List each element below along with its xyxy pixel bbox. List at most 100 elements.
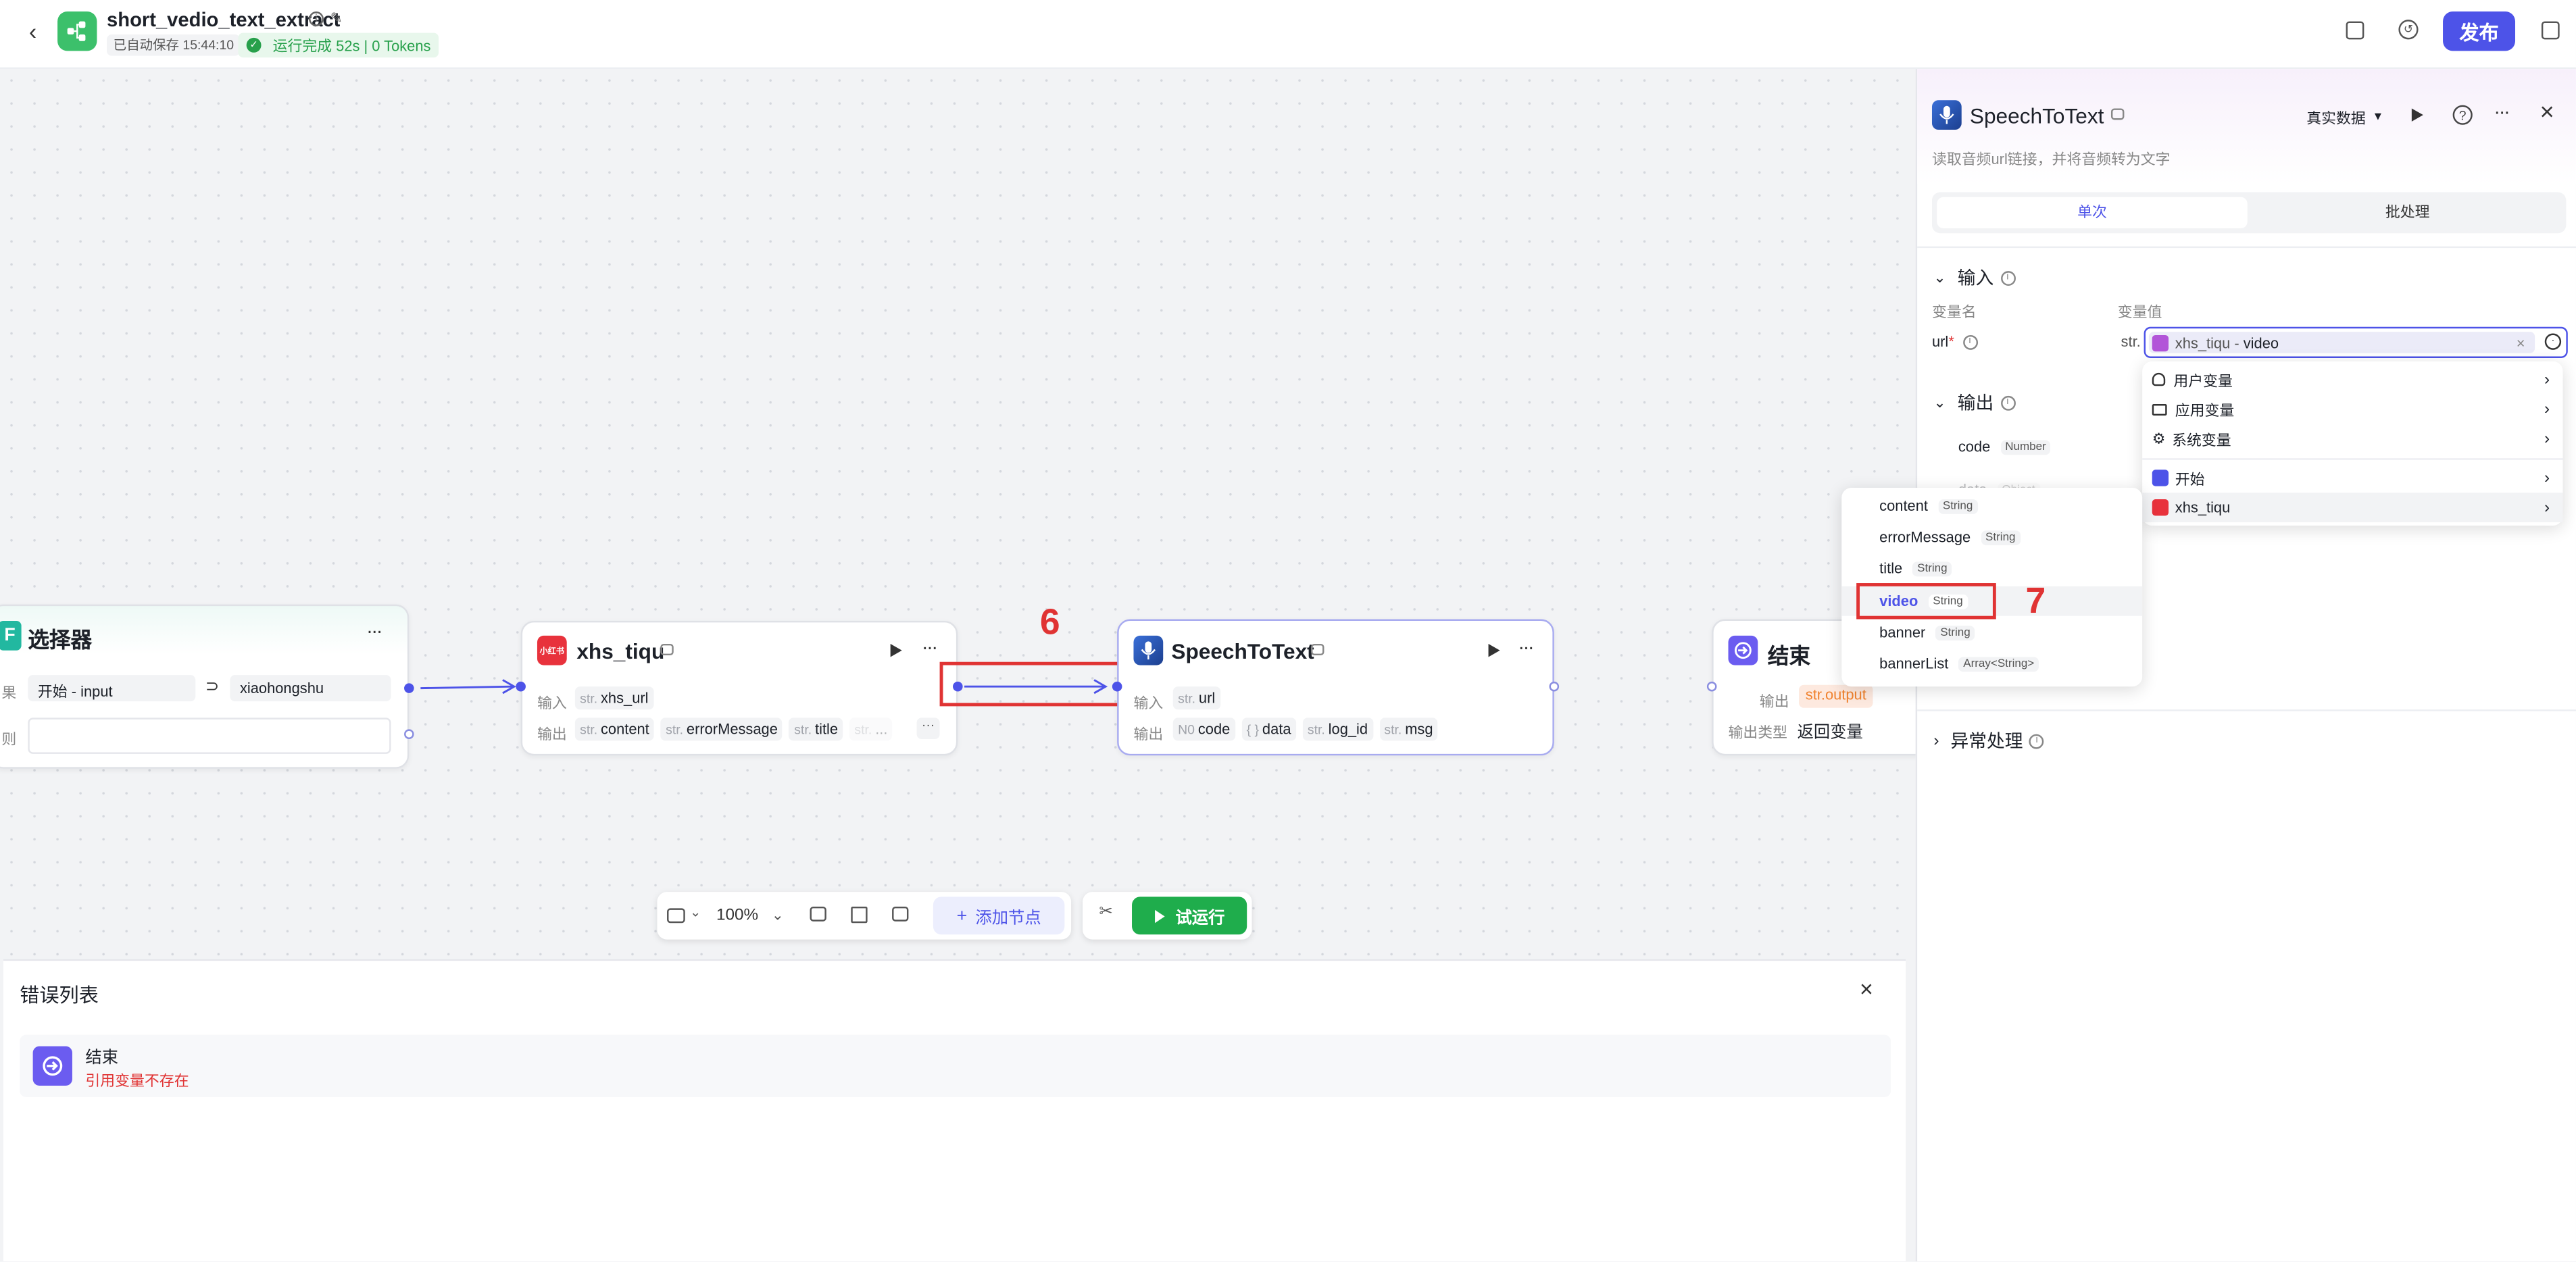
- exit-icon: [43, 1056, 63, 1076]
- submenu-item[interactable]: bannerList Array<String>: [1841, 649, 2142, 678]
- exception-section-header[interactable]: › 异常处理 i: [1933, 728, 2045, 754]
- microphone-icon: [1939, 105, 1954, 124]
- end-output-tag: str.output: [1799, 684, 1873, 708]
- node-badge-icon: [1311, 643, 1324, 656]
- image-icon[interactable]: [892, 906, 909, 922]
- zoom-value: 100%: [716, 906, 759, 925]
- end-in-port[interactable]: [1706, 681, 1717, 692]
- param-value-field[interactable]: xhs_tiqu - video × ·: [2144, 326, 2568, 358]
- speech-node[interactable]: SpeechToText ··· 输入 str. url 输出 N0 code { …: [1117, 619, 1554, 756]
- selector-else-port[interactable]: [404, 729, 414, 739]
- minimap-toggle[interactable]: [667, 908, 685, 924]
- output-section-header[interactable]: ⌄ 输出 i: [1933, 389, 2015, 415]
- tab-batch[interactable]: 批处理: [2252, 197, 2562, 228]
- clear-icon[interactable]: ×: [2517, 334, 2525, 351]
- xhs-node[interactable]: 小红书 xhs_tiqu ··· 输入 str. xhs_url 输出 str. c…: [520, 620, 958, 756]
- menu-item-start[interactable]: 开始 ›: [2142, 463, 2562, 493]
- selector-out-port[interactable]: [404, 683, 414, 693]
- close-icon[interactable]: ×: [2540, 99, 2554, 126]
- speech-in-port[interactable]: [1112, 681, 1122, 692]
- annotation-label-6: 6: [1039, 601, 1060, 642]
- layers-icon[interactable]: [2541, 21, 2560, 40]
- play-icon[interactable]: [1488, 643, 1500, 657]
- input-tag: str. url: [1172, 686, 1220, 710]
- output-tag: str. msg: [1379, 717, 1438, 741]
- chevron-right-icon: ›: [2544, 498, 2550, 517]
- data-mode-label: 真实数据: [2306, 109, 2366, 127]
- add-node-button[interactable]: + 添加节点: [933, 897, 1065, 935]
- chevron-right-icon: ›: [1933, 732, 1939, 750]
- end-icon: [1728, 635, 1758, 665]
- layout-icon[interactable]: [851, 906, 868, 924]
- menu-item-label: 开始: [2175, 470, 2205, 487]
- panel-description: 读取音频url链接，并将音频转为文字: [1931, 151, 2171, 168]
- more-icon[interactable]: ···: [922, 636, 938, 659]
- history-icon[interactable]: ↺: [2398, 20, 2419, 40]
- error-item[interactable]: 结束 引用变量不存在: [20, 1034, 1891, 1097]
- more-icon[interactable]: ···: [1518, 636, 1534, 659]
- test-run-label: 试运行: [1175, 909, 1225, 928]
- test-run-button[interactable]: 试运行: [1132, 897, 1247, 935]
- else-field[interactable]: [28, 717, 391, 754]
- field-name: bannerList: [1879, 655, 1949, 672]
- speech-output-tags: N0 code { } data str. log_id str. msg: [1172, 717, 1445, 741]
- menu-item-system-vars[interactable]: ⚙ 系统变量 ›: [2142, 424, 2562, 453]
- help-icon[interactable]: ?: [2452, 105, 2473, 125]
- input-section-title: 输入: [1957, 269, 1994, 289]
- publish-button[interactable]: 发布: [2443, 11, 2516, 51]
- copy-icon[interactable]: [2346, 21, 2364, 40]
- play-icon[interactable]: [2411, 108, 2423, 122]
- caret-down-icon: ▼: [2372, 111, 2384, 124]
- mode-tabs: 单次 批处理: [1931, 192, 2567, 234]
- more-icon[interactable]: ···: [2494, 100, 2510, 123]
- play-icon[interactable]: [890, 643, 902, 657]
- close-icon[interactable]: ×: [1860, 976, 1873, 1002]
- chevron-down-icon: ⌄: [1933, 268, 1946, 285]
- zoom-select[interactable]: 100% ⌄: [710, 902, 795, 930]
- menu-item-app-vars[interactable]: 应用变量 ›: [2142, 394, 2562, 424]
- data-mode-select[interactable]: 真实数据 ▼: [2306, 107, 2383, 128]
- wrench-icon[interactable]: ✂: [1099, 903, 1112, 922]
- xhs-more-outputs-button[interactable]: ···: [916, 717, 940, 739]
- xhs-output-label: 输出: [537, 726, 567, 742]
- input-section-header[interactable]: ⌄ 输入 i: [1933, 264, 2015, 291]
- speech-icon: [1133, 635, 1164, 665]
- chevron-down-icon[interactable]: ⌄: [690, 905, 701, 920]
- comment-icon[interactable]: [810, 906, 826, 922]
- more-icon[interactable]: ···: [366, 620, 382, 642]
- menu-item-label: 系统变量: [2172, 431, 2231, 448]
- field-name: banner: [1879, 624, 1926, 641]
- submenu-item[interactable]: title String: [1841, 553, 2142, 583]
- menu-item-xhs-tiqu[interactable]: xhs_tiqu ›: [2142, 493, 2563, 523]
- output-row: code Number: [1958, 438, 2052, 455]
- menu-item-user-vars[interactable]: 用户变量 ›: [2142, 365, 2562, 395]
- cond-right-field[interactable]: xiaohongshu: [230, 675, 391, 702]
- required-mark: *: [1948, 333, 1954, 350]
- menu-item-label: 应用变量: [2175, 401, 2235, 418]
- menu-item-label: xhs_tiqu: [2175, 499, 2231, 516]
- field-name: content: [1879, 497, 1928, 514]
- speech-out-port[interactable]: [1549, 681, 1560, 692]
- submenu-item[interactable]: errorMessage String: [1841, 522, 2142, 552]
- submenu-item[interactable]: banner String: [1841, 617, 2142, 647]
- output-tag-faded: str....: [849, 717, 893, 741]
- xhs-output-tags: str. content str. errorMessage str. title s…: [574, 717, 899, 741]
- cond-left-field[interactable]: 开始 - input: [28, 675, 196, 702]
- submenu-item[interactable]: content String: [1841, 491, 2142, 521]
- edge-selector-xhs: [420, 685, 513, 690]
- tab-single[interactable]: 单次: [1937, 197, 2248, 228]
- selector-row2-label: 则: [1, 730, 17, 748]
- divider: [1917, 246, 2576, 249]
- node-badge-icon: [660, 643, 674, 656]
- folder-icon: [2152, 403, 2167, 415]
- selector-node[interactable]: F 选择器 ··· 果 开始 - input ⊃ xiaohongshu 则: [0, 604, 410, 769]
- value-chip: xhs_tiqu - video ×: [2148, 332, 2535, 353]
- node-app-icon: [2152, 334, 2169, 351]
- xhs-in-port[interactable]: [516, 681, 526, 692]
- error-list-title: 错误列表: [20, 984, 99, 1007]
- xhs-icon: 小红书: [537, 635, 567, 665]
- annotation-label-7: 7: [2025, 580, 2046, 621]
- output-tag: N0 code: [1172, 717, 1235, 741]
- variable-picker-icon[interactable]: ·: [2544, 333, 2562, 350]
- cond-operator[interactable]: ⊃: [205, 678, 219, 697]
